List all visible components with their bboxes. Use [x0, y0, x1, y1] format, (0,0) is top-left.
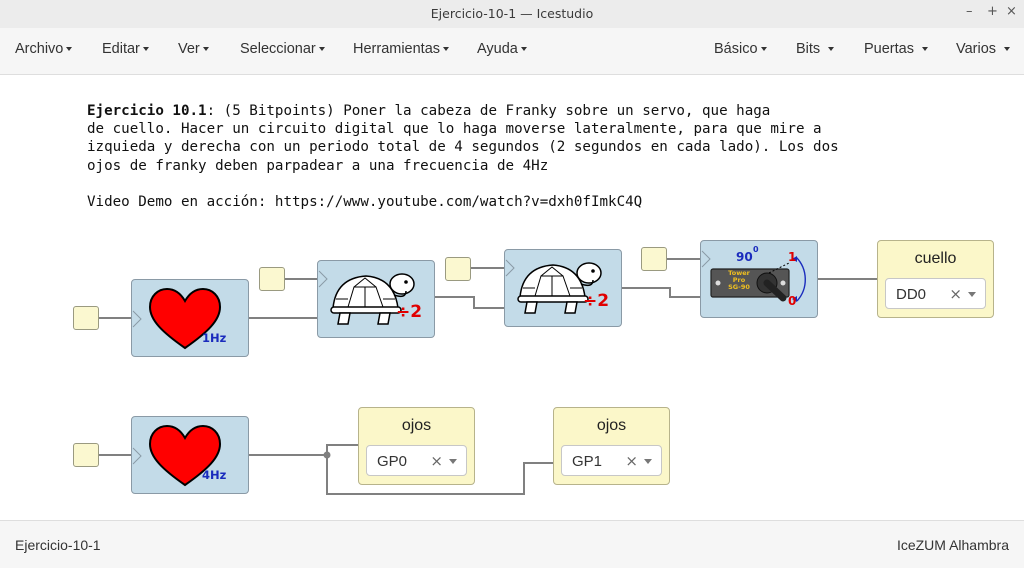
output-label: cuello — [914, 250, 957, 267]
divider-label: ÷2 — [583, 291, 610, 311]
wire-junction — [323, 451, 331, 459]
wire — [248, 444, 358, 456]
constant-input[interactable] — [73, 443, 99, 467]
servo-brand: Tower Pro SG-90 — [728, 269, 750, 291]
servo-degree: 0 — [753, 245, 759, 254]
output-label: ojos — [596, 417, 627, 434]
output-label: ojos — [401, 417, 432, 434]
pin-select[interactable]: GP1 × — [561, 445, 662, 476]
servo-block[interactable]: 90 0 1 0 Tower Pro SG-90 — [700, 240, 818, 318]
frequency-divider-block[interactable]: ÷2 — [317, 260, 435, 338]
heartbeat-1hz-block[interactable]: 1Hz — [131, 279, 249, 357]
servo-position-1: 1 — [788, 250, 797, 264]
divider-label: ÷2 — [396, 302, 423, 322]
wire — [620, 287, 701, 298]
frequency-divider-block[interactable]: ÷2 — [504, 249, 622, 327]
output-ojos-gp0: ojos GP0 × — [358, 407, 475, 485]
chevron-down-icon[interactable] — [644, 459, 652, 464]
status-board[interactable]: IceZUM Alhambra — [897, 537, 1009, 553]
constant-input[interactable] — [445, 257, 471, 281]
heart-icon — [132, 287, 222, 350]
status-bar: Ejercicio-10-1 IceZUM Alhambra — [0, 520, 1024, 568]
wire — [434, 296, 505, 309]
output-ojos-gp1: ojos GP1 × — [553, 407, 670, 485]
frequency-label: 1Hz — [202, 331, 227, 345]
clear-icon[interactable]: × — [949, 285, 962, 303]
constant-input[interactable] — [259, 267, 285, 291]
heart-icon — [132, 424, 222, 487]
clear-icon[interactable]: × — [430, 452, 443, 470]
servo-position-0: 0 — [788, 294, 797, 308]
clear-icon[interactable]: × — [625, 452, 638, 470]
servo-icon — [701, 250, 806, 302]
turtle-icon — [505, 259, 602, 314]
frequency-label: 4Hz — [202, 468, 227, 482]
servo-angle: 90 — [736, 250, 753, 264]
turtle-icon — [318, 270, 415, 325]
chevron-down-icon[interactable] — [968, 292, 976, 297]
heartbeat-4hz-block[interactable]: 4Hz — [131, 416, 249, 494]
constant-input[interactable] — [641, 247, 667, 271]
output-cuello: cuello DD0 × — [877, 240, 994, 318]
pin-select[interactable]: DD0 × — [885, 278, 986, 309]
constant-input[interactable] — [73, 306, 99, 330]
pin-select[interactable]: GP0 × — [366, 445, 467, 476]
chevron-down-icon[interactable] — [449, 459, 457, 464]
status-filename: Ejercicio-10-1 — [15, 537, 101, 553]
